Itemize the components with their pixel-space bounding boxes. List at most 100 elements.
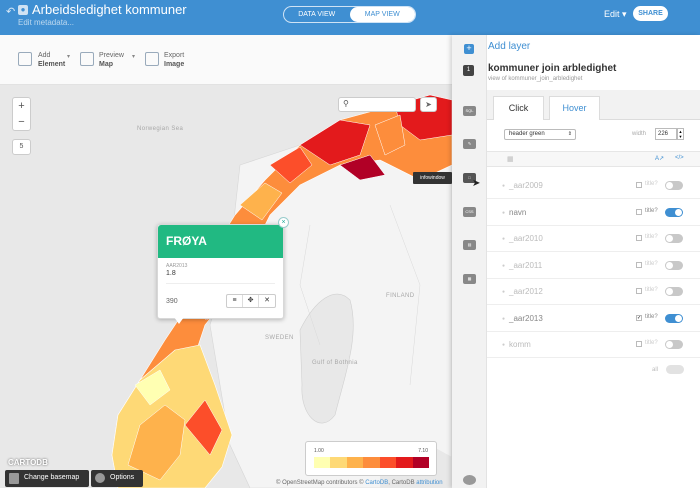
export-icon[interactable] [145, 52, 159, 66]
tab-click[interactable]: Click [493, 96, 544, 120]
add-element-caret-icon[interactable]: ▾ [67, 53, 70, 60]
field-row: ● _aar2009 title? [487, 173, 700, 199]
title-checkbox-label: title? [645, 234, 658, 240]
layer-index-badge[interactable]: 1 [463, 65, 474, 76]
field-toggle[interactable] [665, 260, 683, 270]
sql-icon[interactable]: SQL [463, 106, 476, 116]
tab-data-view[interactable]: DATA VIEW [284, 7, 350, 22]
panel-rail: + 1 SQL ✎ □ CSS ▤ ▦ [452, 35, 487, 488]
drag-handle-icon[interactable]: ● [502, 316, 505, 322]
map-title[interactable]: Arbeidsledighet kommuner [32, 2, 187, 17]
place-label-sweden: SWEDEN [265, 335, 294, 341]
preview-map-button[interactable]: Preview Map [99, 51, 124, 69]
filters-icon[interactable]: ▦ [463, 274, 476, 284]
field-name: navn [509, 207, 527, 217]
tab-map-view[interactable]: MAP VIEW [349, 7, 415, 22]
drag-handle-icon[interactable]: ● [502, 289, 505, 295]
layer-name[interactable]: kommuner join arbledighet [488, 63, 616, 74]
fields-icon: ▦ [507, 156, 514, 163]
add-layer-link[interactable]: Add layer [488, 41, 530, 52]
field-toggle[interactable] [665, 287, 683, 296]
field-row: ● _aar2012 title? [487, 279, 700, 305]
code-icon[interactable]: </> [675, 155, 684, 161]
tab-hover[interactable]: Hover [549, 96, 600, 120]
drag-handle-icon[interactable]: ● [502, 263, 505, 269]
field-toggle[interactable] [665, 207, 683, 217]
change-basemap-label: Change basemap [24, 474, 80, 481]
all-label: all [652, 367, 659, 373]
close-icon[interactable]: ✕ [259, 295, 275, 307]
wizard-icon[interactable]: ✎ [463, 139, 476, 149]
search-icon: ⚲ [343, 99, 349, 108]
add-element-button[interactable]: Add Element [38, 51, 65, 69]
title-checkbox[interactable]: ✓ [636, 314, 642, 321]
list-icon[interactable]: ≡ [227, 295, 243, 307]
options-button[interactable]: Options [91, 470, 143, 487]
legend-swatch [379, 457, 397, 468]
share-button[interactable]: SHARE [633, 6, 668, 21]
infowindow-close-button[interactable]: × [278, 217, 289, 228]
legend-color-ramp [314, 457, 429, 468]
add-element-icon[interactable] [18, 52, 32, 66]
zoom-out-button[interactable]: − [13, 114, 30, 130]
cursor-icon: ➤ [472, 178, 481, 189]
title-checkbox-label: title? [645, 340, 658, 346]
legend: 1.00 7.10 [305, 441, 437, 476]
export-label: Export [164, 52, 185, 59]
css-icon[interactable]: CSS [463, 207, 476, 217]
drag-handle-icon[interactable]: ● [502, 210, 505, 216]
preview-caret-icon[interactable]: ▾ [132, 53, 135, 60]
infowindow-pointer [174, 317, 184, 324]
legend-icon[interactable]: ▤ [463, 240, 476, 250]
edit-metadata-link[interactable]: Edit metadata... [18, 18, 74, 27]
export-image-button[interactable]: Export Image [164, 51, 184, 69]
field-row: ● navn title? [487, 200, 700, 226]
drag-handle-icon[interactable]: ● [502, 236, 505, 242]
width-input[interactable]: 226 [655, 128, 677, 140]
drag-handle-icon[interactable]: ● [502, 183, 505, 189]
preview-label: Preview [99, 52, 124, 59]
width-stepper[interactable]: ▲ ▼ [677, 128, 684, 140]
fields-header: ▦ A↗ </> [487, 151, 700, 167]
field-row: ● _aar2013 ✓ title? [487, 306, 700, 332]
share-map-button[interactable]: ➤ [420, 97, 437, 112]
field-toggle[interactable] [665, 313, 683, 323]
field-row: ● _aar2011 title? [487, 253, 700, 279]
cartodb-link[interactable]: CartoDB [365, 480, 388, 486]
template-select-value: header green [509, 131, 545, 137]
preview-icon[interactable] [80, 52, 94, 66]
title-checkbox[interactable] [636, 288, 642, 294]
layer-subtitle: view of kommuner_join_arbledighet [488, 76, 583, 82]
legend-swatch [330, 457, 347, 468]
title-checkbox[interactable] [636, 235, 642, 241]
lock-icon[interactable]: ● [18, 5, 28, 15]
edit-menu[interactable]: Edit ▾ [604, 9, 627, 20]
map-search-input[interactable]: ⚲ [338, 97, 416, 112]
template-select[interactable]: header green ⇕ [504, 129, 576, 140]
preview-sublabel: Map [99, 61, 113, 68]
field-row: ● komm title? [487, 332, 700, 358]
field-toggle[interactable] [665, 340, 683, 349]
field-toggle[interactable] [665, 234, 683, 243]
title-checkbox[interactable] [636, 182, 642, 188]
view-toggle: DATA VIEW MAP VIEW [283, 6, 416, 23]
change-basemap-button[interactable]: Change basemap [5, 470, 89, 487]
infowindow-tabs: Click Hover [487, 90, 700, 120]
field-name: _aar2009 [509, 181, 543, 190]
attribution-link[interactable]: attribution [416, 480, 442, 486]
legend-min: 1.00 [314, 448, 324, 454]
zoom-in-button[interactable]: + [13, 98, 30, 114]
infowindow-field-value: 1.8 [166, 270, 176, 277]
title-checkbox[interactable] [636, 341, 642, 347]
all-toggle[interactable] [666, 365, 684, 374]
move-icon[interactable]: ✥ [243, 295, 259, 307]
send-icon: ➤ [425, 100, 432, 109]
change-title-icon[interactable]: A↗ [655, 155, 664, 162]
back-arrow-icon[interactable]: ↶ [6, 5, 15, 18]
title-checkbox[interactable] [636, 261, 642, 268]
drag-handle-icon[interactable]: ● [502, 342, 505, 348]
user-icon[interactable] [463, 475, 476, 485]
field-toggle[interactable] [665, 181, 683, 190]
title-checkbox[interactable] [636, 208, 642, 215]
add-layer-icon[interactable]: + [464, 44, 474, 54]
